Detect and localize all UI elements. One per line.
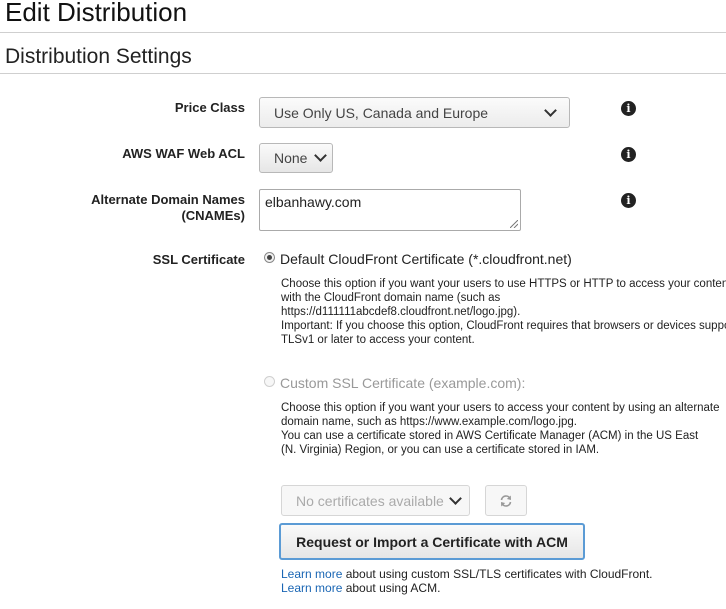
waf-label: AWS WAF Web ACL — [122, 146, 245, 161]
section-title: Distribution Settings — [5, 45, 192, 68]
refresh-icon — [500, 494, 512, 507]
price-class-select[interactable]: Use Only US, Canada and Europe — [259, 97, 570, 128]
certificate-select-value: No certificates available — [296, 492, 444, 509]
custom-certificate-description: Choose this option if you want your user… — [281, 401, 720, 457]
info-circle-icon[interactable]: i — [621, 101, 636, 116]
description-line: (N. Virginia) Region, or you can use a c… — [281, 444, 600, 456]
page-title: Edit Distribution — [5, 0, 188, 27]
info-circle-icon[interactable]: i — [621, 193, 636, 208]
description-line: Choose this option if you want your user… — [281, 278, 726, 290]
default-certificate-radio[interactable] — [264, 252, 275, 263]
cnames-label-line2: (CNAMEs) — [181, 208, 245, 223]
refresh-certificates-button[interactable] — [485, 485, 527, 516]
description-line: https://d111111abcdef8.cloudfront.net/lo… — [281, 306, 521, 318]
waf-value: None — [274, 150, 308, 166]
learn-more-ssl-text: about using custom SSL/TLS certificates … — [342, 567, 653, 581]
resize-handle-icon[interactable] — [510, 220, 518, 228]
section-divider — [0, 73, 726, 74]
learn-more-acm-link[interactable]: Learn more — [281, 581, 342, 595]
description-line: Important: If you choose this option, Cl… — [281, 320, 726, 332]
price-class-label: Price Class — [174, 100, 245, 115]
custom-certificate-radio[interactable] — [264, 376, 275, 387]
description-line: Choose this option if you want your user… — [281, 402, 720, 414]
default-certificate-description: Choose this option if you want your user… — [281, 277, 726, 347]
cnames-label-line1: Alternate Domain Names — [91, 192, 245, 207]
learn-more-ssl: Learn more about using custom SSL/TLS ce… — [281, 567, 653, 581]
learn-more-acm: Learn more about using ACM. — [281, 581, 440, 595]
cnames-value: elbanhawy.com — [265, 194, 362, 210]
learn-more-ssl-link[interactable]: Learn more — [281, 567, 342, 581]
chevron-down-icon — [314, 149, 327, 162]
ssl-certificate-label: SSL Certificate — [152, 252, 245, 267]
description-line: You can use a certificate stored in AWS … — [281, 430, 699, 442]
default-certificate-label[interactable]: Default CloudFront Certificate (*.cloudf… — [280, 251, 572, 267]
title-divider — [0, 32, 726, 33]
custom-certificate-label[interactable]: Custom SSL Certificate (example.com): — [280, 375, 525, 391]
chevron-down-icon — [544, 103, 557, 117]
request-certificate-button[interactable]: Request or Import a Certificate with ACM — [279, 523, 585, 560]
learn-more-acm-text: about using ACM. — [342, 581, 441, 595]
chevron-down-icon — [449, 491, 462, 505]
request-certificate-label: Request or Import a Certificate with ACM — [296, 533, 568, 550]
waf-select[interactable]: None — [259, 143, 333, 173]
info-circle-icon[interactable]: i — [621, 147, 636, 162]
certificate-select[interactable]: No certificates available — [281, 485, 470, 516]
price-class-value: Use Only US, Canada and Europe — [274, 104, 489, 121]
description-line: with the CloudFront domain name (such as — [281, 292, 501, 304]
description-line: domain name, such as https://www.example… — [281, 416, 577, 428]
cnames-textarea[interactable]: elbanhawy.com — [259, 189, 521, 231]
cnames-label: Alternate Domain Names (CNAMEs) — [0, 192, 245, 224]
description-line: TLSv1 or later to access your content. — [281, 334, 475, 346]
